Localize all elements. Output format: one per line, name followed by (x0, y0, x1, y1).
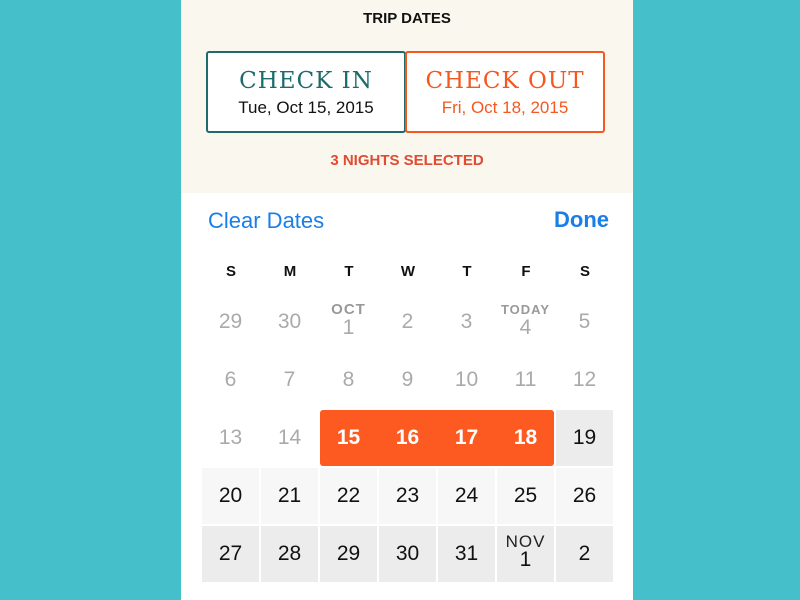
day-number: 19 (572, 426, 597, 449)
check-in-box[interactable]: CHECK IN Tue, Oct 15, 2015 (206, 51, 406, 133)
day-number: 30 (395, 542, 420, 565)
day-number: 12 (572, 368, 597, 391)
calendar-day: 12 (556, 352, 613, 408)
day-number: 9 (401, 368, 414, 391)
calendar-day[interactable]: 26 (556, 468, 613, 524)
day-number: 7 (283, 368, 296, 391)
weekday-label: S (579, 263, 590, 280)
calendar-day[interactable]: 20 (202, 468, 259, 524)
day-number: 16 (395, 426, 420, 449)
weekday-label: S (225, 263, 236, 280)
calendar-day[interactable]: 28 (261, 526, 318, 582)
check-out-box[interactable]: CHECK OUT Fri, Oct 18, 2015 (405, 51, 605, 133)
day-number: 2 (401, 310, 414, 333)
day-number: 1 (342, 316, 355, 339)
day-number: 18 (513, 426, 538, 449)
check-in-date: Tue, Oct 15, 2015 (238, 98, 374, 117)
calendar-day[interactable]: 31 (438, 526, 495, 582)
day-number: 22 (336, 484, 361, 507)
calendar-day: 13 (202, 410, 259, 466)
calendar-day[interactable]: 24 (438, 468, 495, 524)
nights-selected-text: 3 NIGHTS SELECTED (330, 152, 484, 169)
calendar-day: 11 (497, 352, 554, 408)
day-number: 30 (277, 310, 302, 333)
calendar-day[interactable]: 2 (556, 526, 613, 582)
calendar-day[interactable]: 29 (320, 526, 377, 582)
calendar-day: OCT 1 (320, 294, 377, 350)
calendar-day-today: TODAY 4 (497, 294, 554, 350)
calendar-day[interactable]: 25 (497, 468, 554, 524)
weekday-label: T (344, 263, 354, 280)
calendar-day: 29 (202, 294, 259, 350)
day-number: 2 (578, 542, 591, 565)
calendar-day[interactable]: 19 (556, 410, 613, 466)
calendar-day: 14 (261, 410, 318, 466)
calendar-day: 6 (202, 352, 259, 408)
calendar-day[interactable]: 17 (438, 410, 495, 466)
weekday-header-row: SMTWTFS (202, 263, 613, 283)
calendar-day: 8 (320, 352, 377, 408)
day-number: 15 (336, 426, 361, 449)
calendar-day[interactable]: 18 (497, 410, 554, 466)
weekday-label: F (521, 263, 531, 280)
day-number: 8 (342, 368, 355, 391)
calendar-day[interactable]: NOV 1 (497, 526, 554, 582)
day-number: 20 (218, 484, 243, 507)
trip-dates-header: TRIP DATES CHECK IN Tue, Oct 15, 2015 CH… (181, 0, 633, 193)
day-number: 21 (277, 484, 302, 507)
calendar-day: 5 (556, 294, 613, 350)
date-picker-panel: TRIP DATES CHECK IN Tue, Oct 15, 2015 CH… (181, 0, 633, 600)
calendar-day[interactable]: 22 (320, 468, 377, 524)
check-out-date: Fri, Oct 18, 2015 (441, 98, 569, 117)
day-number: 17 (454, 426, 479, 449)
check-out-label: CHECK OUT (425, 68, 585, 94)
day-number: 25 (513, 484, 538, 507)
trip-dates-title: TRIP DATES (363, 10, 451, 27)
day-number: 13 (218, 426, 243, 449)
day-number: 5 (578, 310, 591, 333)
day-number: 29 (218, 310, 243, 333)
calendar-day[interactable]: 16 (379, 410, 436, 466)
day-number: 26 (572, 484, 597, 507)
clear-dates-button[interactable]: Clear Dates (208, 208, 324, 234)
day-number: 29 (336, 542, 361, 565)
calendar-day[interactable]: 30 (379, 526, 436, 582)
day-number: 24 (454, 484, 479, 507)
weekday-label: M (283, 263, 297, 280)
calendar-day: 2 (379, 294, 436, 350)
day-number: 27 (218, 542, 243, 565)
calendar-day: 9 (379, 352, 436, 408)
calendar-day: 10 (438, 352, 495, 408)
check-in-label: CHECK IN (239, 68, 373, 94)
day-number: 14 (277, 426, 302, 449)
calendar-day[interactable]: 27 (202, 526, 259, 582)
calendar-day[interactable]: 15 (320, 410, 377, 466)
day-number: 3 (460, 310, 473, 333)
day-number: 28 (277, 542, 302, 565)
day-number: 31 (454, 542, 479, 565)
day-number: 10 (454, 368, 479, 391)
calendar-day[interactable]: 23 (379, 468, 436, 524)
done-button[interactable]: Done (554, 207, 609, 233)
weekday-label: T (462, 263, 472, 280)
weekday-label: W (400, 263, 416, 280)
calendar-day: 30 (261, 294, 318, 350)
day-number: 11 (514, 368, 537, 391)
day-number: 6 (224, 368, 237, 391)
day-number: 23 (395, 484, 420, 507)
calendar-day[interactable]: 21 (261, 468, 318, 524)
day-number: 1 (519, 548, 532, 571)
calendar-day: 3 (438, 294, 495, 350)
day-number: 4 (519, 316, 532, 339)
calendar-day: 7 (261, 352, 318, 408)
